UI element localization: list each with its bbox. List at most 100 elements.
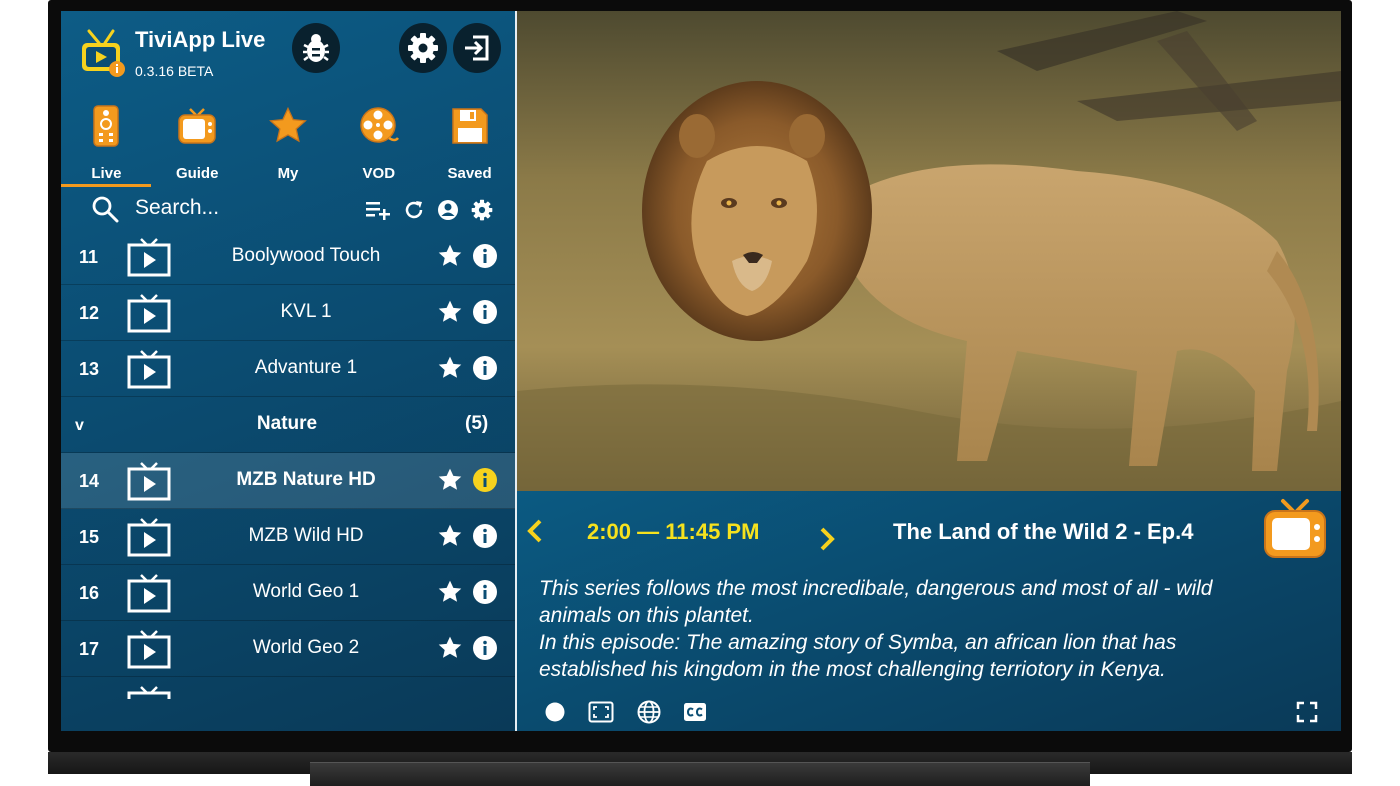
channel-name: KVL 1 xyxy=(280,301,332,322)
search-input[interactable] xyxy=(135,193,355,223)
channel-row[interactable]: 11 Boolywood Touch xyxy=(61,229,515,285)
search-icon xyxy=(92,196,119,223)
description-line: established his kingdom in the most chal… xyxy=(539,658,1166,681)
program-title: The Land of the Wild 2 - Ep.4 xyxy=(893,519,1194,544)
aspect-ratio-button[interactable] xyxy=(587,699,615,725)
favorite-star-icon[interactable] xyxy=(437,579,463,605)
video-player[interactable] xyxy=(517,11,1341,491)
fullscreen-icon xyxy=(1296,701,1318,723)
tab-saved[interactable]: Saved xyxy=(424,103,515,187)
channel-name: World Geo 1 xyxy=(252,581,360,602)
channel-row[interactable]: 16 World Geo 1 xyxy=(61,565,515,621)
settings-button[interactable] xyxy=(399,23,447,73)
channel-number: 13 xyxy=(79,359,100,379)
closed-captions-icon xyxy=(684,703,706,721)
channel-row[interactable]: 15 MZB Wild HD xyxy=(61,509,515,565)
record-button[interactable] xyxy=(541,699,569,725)
floppy-icon xyxy=(451,108,488,144)
tv-icon xyxy=(127,518,171,557)
group-count: (5) xyxy=(465,413,489,434)
info-icon-active[interactable] xyxy=(473,468,497,492)
tv-stand xyxy=(310,762,1090,786)
channel-number: 12 xyxy=(79,303,100,323)
tv-screen: TiviApp Live 0.3.16 BETA Live Guide My V… xyxy=(61,11,1341,731)
app-title: TiviApp Live xyxy=(135,27,266,52)
list-settings-button[interactable] xyxy=(469,197,495,223)
subtitles-button[interactable] xyxy=(681,699,709,725)
tab-saved-label: Saved xyxy=(447,165,492,182)
info-icon[interactable] xyxy=(473,300,497,324)
tv-icon xyxy=(127,686,171,699)
app-header: TiviApp Live 0.3.16 BETA xyxy=(61,11,515,97)
previous-program-chevron-icon[interactable] xyxy=(525,517,545,545)
tv-icon xyxy=(127,294,171,333)
search-bar xyxy=(61,187,515,233)
gear-icon xyxy=(408,33,438,63)
favorite-star-icon[interactable] xyxy=(437,467,463,493)
channel-row-partial[interactable] xyxy=(61,677,515,699)
channel-row[interactable]: 13 Advanture 1 xyxy=(61,341,515,397)
exit-icon xyxy=(465,35,489,61)
bug-icon xyxy=(303,34,329,62)
favorite-star-icon[interactable] xyxy=(437,355,463,381)
tv-icon xyxy=(127,630,171,669)
channel-name: MZB Wild HD xyxy=(248,525,364,546)
add-playlist-button[interactable] xyxy=(365,197,391,223)
refresh-button[interactable] xyxy=(401,197,427,223)
favorite-star-icon[interactable] xyxy=(437,243,463,269)
info-icon[interactable] xyxy=(473,244,497,268)
bug-report-button[interactable] xyxy=(292,23,340,73)
remote-icon xyxy=(93,105,120,147)
tv-guide-icon xyxy=(178,108,216,144)
program-time: 2:00 — 11:45 PM xyxy=(587,519,760,544)
tab-live[interactable]: Live xyxy=(61,103,152,187)
fullscreen-button[interactable] xyxy=(1293,699,1321,725)
app-version: 0.3.16 BETA xyxy=(135,63,214,79)
app-logo-icon xyxy=(82,29,125,77)
channel-number: 11 xyxy=(79,247,99,267)
channel-row[interactable]: 17 World Geo 2 xyxy=(61,621,515,677)
info-icon[interactable] xyxy=(473,356,497,380)
tab-my[interactable]: My xyxy=(243,103,334,187)
tab-vod-label: VOD xyxy=(362,165,396,182)
channel-number: 15 xyxy=(79,527,100,547)
lion-video-frame xyxy=(517,11,1341,491)
sidebar: TiviApp Live 0.3.16 BETA Live Guide My V… xyxy=(61,11,515,731)
film-reel-icon xyxy=(360,107,399,143)
channel-row[interactable]: 12 KVL 1 xyxy=(61,285,515,341)
channel-row-selected[interactable]: 14 MZB Nature HD xyxy=(61,453,515,509)
tv-icon xyxy=(127,238,171,277)
epg-info-panel: 2:00 — 11:45 PM The Land of the Wild 2 -… xyxy=(517,491,1341,731)
info-icon[interactable] xyxy=(473,580,497,604)
info-icon[interactable] xyxy=(473,524,497,548)
collapse-chevron-icon[interactable]: v xyxy=(75,417,84,435)
tab-vod[interactable]: VOD xyxy=(333,103,424,187)
favorite-star-icon[interactable] xyxy=(437,635,463,661)
channel-name: Boolywood Touch xyxy=(231,245,381,266)
audio-language-button[interactable] xyxy=(635,699,663,725)
favorite-star-icon[interactable] xyxy=(437,523,463,549)
aspect-ratio-icon xyxy=(588,701,614,723)
tab-guide-label: Guide xyxy=(175,165,219,182)
channel-number: 14 xyxy=(79,471,100,491)
tab-my-label: My xyxy=(277,165,299,182)
tv-icon xyxy=(127,462,171,501)
star-icon xyxy=(269,106,307,143)
playlist-add-icon xyxy=(366,202,390,220)
channel-list: 11 Boolywood Touch 12 KVL 1 13 Advanture… xyxy=(61,229,515,699)
description-line: animals on this plantet. xyxy=(539,604,754,627)
refresh-icon xyxy=(405,201,423,219)
channel-name: MZB Nature HD xyxy=(236,469,376,490)
tab-live-label: Live xyxy=(91,165,122,182)
account-button[interactable] xyxy=(435,197,461,223)
channel-number: 16 xyxy=(79,583,100,603)
tv-guide-badge-icon[interactable] xyxy=(1263,497,1327,561)
info-icon[interactable] xyxy=(473,636,497,660)
favorite-star-icon[interactable] xyxy=(437,299,463,325)
exit-button[interactable] xyxy=(453,23,501,73)
next-program-chevron-icon[interactable] xyxy=(817,525,837,553)
group-header-nature[interactable]: v Nature (5) xyxy=(61,397,515,453)
tab-guide[interactable]: Guide xyxy=(152,103,243,187)
description-line: In this episode: The amazing story of Sy… xyxy=(539,631,1177,654)
tv-icon xyxy=(127,574,171,613)
